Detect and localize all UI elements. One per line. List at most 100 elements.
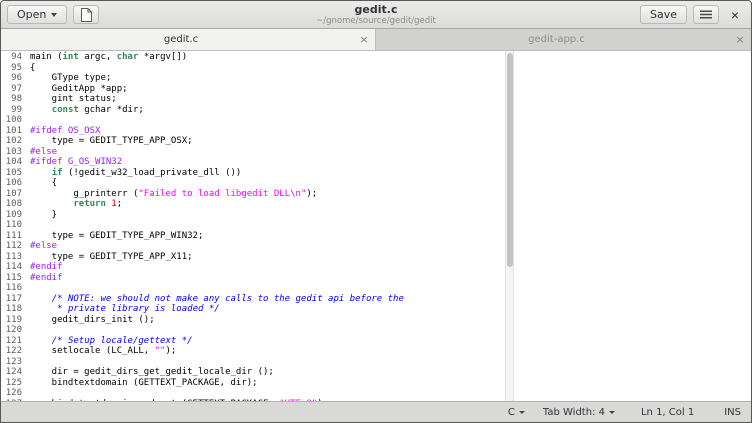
window-title: gedit.c (316, 3, 436, 16)
tab-gedit-c[interactable]: gedit.c × (1, 29, 376, 50)
code-token: "" (155, 346, 166, 356)
line-number: 101 (1, 126, 22, 137)
tab-close-button[interactable]: × (733, 33, 747, 46)
line-number: 114 (1, 262, 22, 273)
code-line[interactable]: gedit_dirs_init (); (30, 315, 751, 326)
new-document-button[interactable] (73, 5, 99, 24)
code-line[interactable]: } (30, 210, 751, 221)
code-line[interactable]: #endif (30, 273, 751, 284)
code-line[interactable]: { (30, 63, 751, 74)
chevron-down-icon (519, 411, 525, 414)
menu-icon (700, 10, 712, 19)
language-label: C (508, 407, 515, 418)
code-line[interactable]: GType type; (30, 73, 751, 84)
code-token: type = GEDIT_TYPE_APP_OSX; (30, 136, 193, 146)
code-line[interactable]: * private library is loaded */ (30, 304, 751, 315)
code-token: (!gedit_w32_load_private_dll ()) (63, 168, 242, 178)
code-token: return (73, 199, 106, 209)
tab-width-selector[interactable]: Tab Width: 4 (543, 407, 615, 418)
code-token: /* NOTE: we should not make any calls to… (52, 294, 404, 304)
code-token: ); (317, 399, 328, 402)
code-token: ); (165, 346, 176, 356)
line-number: 108 (1, 199, 22, 210)
code-line[interactable] (30, 220, 751, 231)
gedit-window: Open gedit.c ~/gnome/source/gedit/gedit … (0, 0, 752, 423)
code-line[interactable]: type = GEDIT_TYPE_APP_WIN32; (30, 231, 751, 242)
code-token: bind_textdomain_codeset (GETTEXT_PACKAGE… (30, 399, 279, 402)
code-line[interactable]: #ifdef G_OS_WIN32 (30, 157, 751, 168)
code-line[interactable]: #endif (30, 262, 751, 273)
code-line[interactable]: #else (30, 241, 751, 252)
code-token: "Failed to load libgedit DLL (138, 189, 290, 199)
code-token: char (117, 52, 139, 62)
code-line[interactable]: if (!gedit_w32_load_private_dll ()) (30, 168, 751, 179)
menu-button[interactable] (693, 5, 719, 24)
input-mode: INS (724, 407, 741, 418)
line-number: 96 (1, 73, 22, 84)
cursor-position: Ln 1, Col 1 (641, 407, 694, 418)
line-number: 112 (1, 241, 22, 252)
line-number: 103 (1, 147, 22, 158)
code-line[interactable]: bindtextdomain (GETTEXT_PACKAGE, dir); (30, 378, 751, 389)
code-line[interactable] (30, 388, 751, 399)
tab-gedit-app-c[interactable]: gedit-app.c × (376, 29, 751, 50)
code-token (30, 199, 73, 209)
code-line[interactable]: dir = gedit_dirs_get_gedit_locale_dir ()… (30, 367, 751, 378)
line-number: 107 (1, 189, 22, 200)
code-line[interactable]: type = GEDIT_TYPE_APP_X11; (30, 252, 751, 263)
open-button[interactable]: Open (7, 5, 67, 24)
window-close-icon: × (731, 5, 739, 25)
scrollbar-thumb[interactable] (507, 53, 513, 267)
line-number: 125 (1, 378, 22, 389)
code-line[interactable]: /* NOTE: we should not make any calls to… (30, 294, 751, 305)
code-line[interactable]: #ifdef OS_OSX (30, 126, 751, 137)
language-selector[interactable]: C (508, 407, 525, 418)
line-number: 110 (1, 220, 22, 231)
line-number: 123 (1, 357, 22, 368)
open-button-label: Open (17, 8, 46, 21)
code-token (30, 336, 52, 346)
code-token: if (52, 168, 63, 178)
code-line[interactable] (30, 325, 751, 336)
code-line[interactable]: GeditApp *app; (30, 84, 751, 95)
tab-close-button[interactable]: × (357, 33, 371, 46)
code-line[interactable]: { (30, 178, 751, 189)
line-number: 126 (1, 388, 22, 399)
code-line[interactable] (30, 115, 751, 126)
code-line[interactable] (30, 357, 751, 368)
save-button[interactable]: Save (640, 5, 687, 24)
code-line[interactable]: return 1; (30, 199, 751, 210)
code-token: int (63, 52, 79, 62)
code-token: #ifdef OS_OSX (30, 126, 100, 136)
text-area[interactable]: main (int argc, char *argv[]){ GType typ… (27, 51, 751, 401)
code-line[interactable] (30, 283, 751, 294)
code-line[interactable]: const gchar *dir; (30, 105, 751, 116)
code-line[interactable]: g_printerr ("Failed to load libgedit DLL… (30, 189, 751, 200)
line-number: 119 (1, 315, 22, 326)
code-line[interactable]: /* Setup locale/gettext */ (30, 336, 751, 347)
line-number: 115 (1, 273, 22, 284)
line-numbers: 9495969798991001011021031041051061071081… (1, 51, 27, 401)
tab-bar: gedit.c × gedit-app.c × (1, 29, 751, 51)
line-number: 122 (1, 346, 22, 357)
code-line[interactable]: main (int argc, char *argv[]) (30, 52, 751, 63)
code-line[interactable]: type = GEDIT_TYPE_APP_OSX; (30, 136, 751, 147)
line-number: 117 (1, 294, 22, 305)
window-close-button[interactable]: × (725, 5, 745, 25)
code-line[interactable]: gint status; (30, 94, 751, 105)
chevron-down-icon (609, 411, 615, 414)
line-number: 113 (1, 252, 22, 263)
code-token: setlocale (LC_ALL, (30, 346, 155, 356)
code-token: #else (30, 147, 57, 157)
code-line[interactable]: #else (30, 147, 751, 158)
line-number: 102 (1, 136, 22, 147)
code-token: main ( (30, 52, 63, 62)
code-token: ; (117, 199, 122, 209)
code-line[interactable]: setlocale (LC_ALL, ""); (30, 346, 751, 357)
header-bar: Open gedit.c ~/gnome/source/gedit/gedit … (1, 1, 751, 29)
code-line[interactable]: bind_textdomain_codeset (GETTEXT_PACKAGE… (30, 399, 751, 402)
tab-width-label: Tab Width: 4 (543, 407, 605, 418)
code-token: GeditApp *app; (30, 84, 128, 94)
code-token: #ifdef G_OS_WIN32 (30, 157, 122, 167)
line-number: 105 (1, 168, 22, 179)
